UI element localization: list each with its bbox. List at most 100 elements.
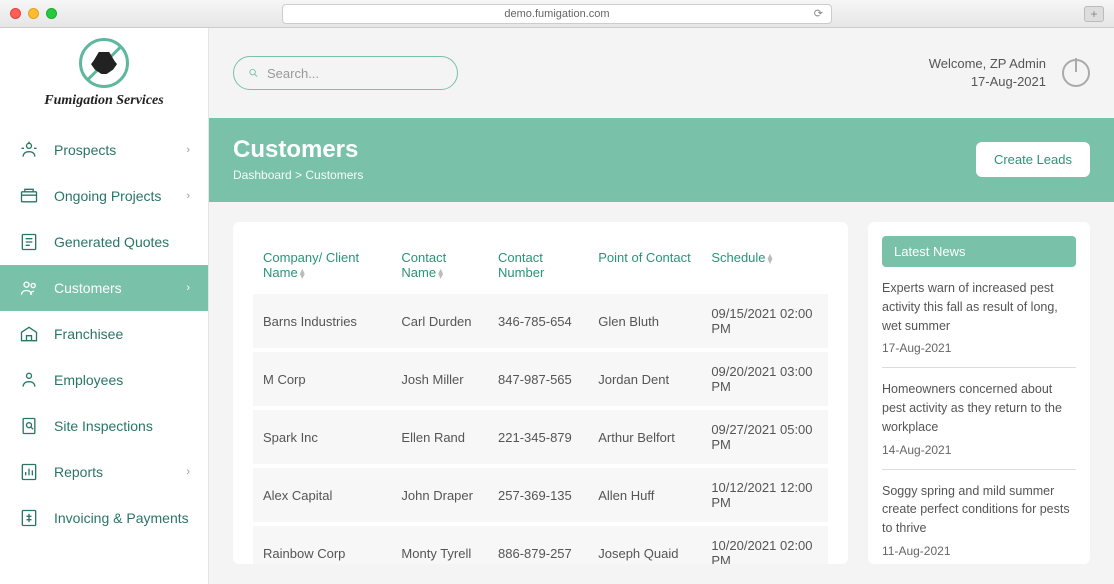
table-row[interactable]: Barns IndustriesCarl Durden346-785-654Gl…: [253, 294, 828, 348]
th-poc[interactable]: Point of Contact: [588, 242, 701, 294]
th-contact-number[interactable]: Contact Number: [488, 242, 588, 294]
cell-contact_number: 221-345-879: [488, 410, 588, 464]
window-maximize[interactable]: [46, 8, 57, 19]
cell-schedule: 10/12/2021 12:00 PM: [701, 468, 828, 522]
cell-poc: Arthur Belfort: [588, 410, 701, 464]
window-close[interactable]: [10, 8, 21, 19]
sidebar-item-label: Prospects: [54, 142, 116, 158]
sidebar-item-ongoing-projects[interactable]: Ongoing Projects ›: [0, 173, 208, 219]
search-icon: [248, 66, 259, 80]
chevron-right-icon: ›: [186, 466, 190, 478]
sidebar-item-franchisee[interactable]: Franchisee: [0, 311, 208, 357]
traffic-lights: [10, 8, 57, 19]
cell-contact_number: 847-987-565: [488, 352, 588, 406]
cell-poc: Glen Bluth: [588, 294, 701, 348]
new-tab-button[interactable]: +: [1084, 6, 1104, 22]
table-row[interactable]: M CorpJosh Miller847-987-565Jordan Dent0…: [253, 352, 828, 406]
cell-contact_number: 886-879-257: [488, 526, 588, 564]
sidebar-item-reports[interactable]: Reports ›: [0, 449, 208, 495]
news-date: 11-Aug-2021: [882, 544, 1076, 558]
table-row[interactable]: Spark IncEllen Rand221-345-879Arthur Bel…: [253, 410, 828, 464]
news-item[interactable]: Soggy spring and mild summer create perf…: [882, 482, 1076, 565]
url-text: demo.fumigation.com: [504, 8, 609, 20]
logout-button[interactable]: [1062, 59, 1090, 87]
cell-company: Rainbow Corp: [253, 526, 391, 564]
logo-icon: [79, 38, 129, 88]
sidebar-item-prospects[interactable]: Prospects ›: [0, 127, 208, 173]
news-date: 14-Aug-2021: [882, 443, 1076, 457]
news-title: Soggy spring and mild summer create perf…: [882, 482, 1076, 538]
page-header: Customers Dashboard > Customers Create L…: [209, 118, 1114, 202]
current-date: 17-Aug-2021: [929, 73, 1046, 91]
cell-contact_name: John Draper: [391, 468, 488, 522]
sidebar-item-invoicing-payments[interactable]: Invoicing & Payments: [0, 495, 208, 541]
sidebar-item-label: Customers: [54, 280, 122, 296]
inspections-icon: [18, 415, 40, 437]
sidebar-item-label: Franchisee: [54, 326, 123, 342]
logo[interactable]: Fumigation Services: [0, 28, 208, 127]
customers-table-card: Company/ Client Name▴▾ Contact Name▴▾ Co…: [233, 222, 848, 564]
sidebar-item-label: Employees: [54, 372, 123, 388]
cell-contact_name: Monty Tyrell: [391, 526, 488, 564]
reload-icon[interactable]: ⟳: [814, 7, 823, 20]
sidebar-item-label: Ongoing Projects: [54, 188, 161, 204]
chevron-right-icon: ›: [186, 282, 190, 294]
news-item[interactable]: Homeowners concerned about pest activity…: [882, 380, 1076, 469]
news-title: Homeowners concerned about pest activity…: [882, 380, 1076, 436]
th-schedule[interactable]: Schedule▴▾: [701, 242, 828, 294]
sort-icon: ▴▾: [768, 254, 773, 264]
news-date: 17-Aug-2021: [882, 341, 1076, 355]
sidebar-item-label: Site Inspections: [54, 418, 153, 434]
cell-schedule: 09/20/2021 03:00 PM: [701, 352, 828, 406]
welcome-block: Welcome, ZP Admin 17-Aug-2021: [929, 55, 1046, 91]
sidebar-item-customers[interactable]: Customers ›: [0, 265, 208, 311]
invoicing-icon: [18, 507, 40, 529]
customers-icon: [18, 277, 40, 299]
search-box[interactable]: [233, 56, 458, 90]
cell-contact_number: 257-369-135: [488, 468, 588, 522]
cell-poc: Jordan Dent: [588, 352, 701, 406]
cell-contact_name: Josh Miller: [391, 352, 488, 406]
main-content: Welcome, ZP Admin 17-Aug-2021 Customers …: [209, 28, 1114, 584]
news-card: Latest News Experts warn of increased pe…: [868, 222, 1090, 564]
cell-poc: Allen Huff: [588, 468, 701, 522]
customers-table: Company/ Client Name▴▾ Contact Name▴▾ Co…: [253, 242, 828, 564]
sidebar-item-label: Invoicing & Payments: [54, 510, 189, 526]
cell-schedule: 09/27/2021 05:00 PM: [701, 410, 828, 464]
sidebar-item-site-inspections[interactable]: Site Inspections: [0, 403, 208, 449]
cell-contact_name: Ellen Rand: [391, 410, 488, 464]
reports-icon: [18, 461, 40, 483]
news-header: Latest News: [882, 236, 1076, 267]
create-leads-button[interactable]: Create Leads: [976, 142, 1090, 177]
browser-chrome: demo.fumigation.com ⟳ +: [0, 0, 1114, 28]
cell-poc: Joseph Quaid: [588, 526, 701, 564]
cell-schedule: 09/15/2021 02:00 PM: [701, 294, 828, 348]
chevron-right-icon: ›: [186, 144, 190, 156]
cell-company: Barns Industries: [253, 294, 391, 348]
chevron-right-icon: ›: [186, 190, 190, 202]
news-item[interactable]: Experts warn of increased pest activity …: [882, 279, 1076, 368]
franchisee-icon: [18, 323, 40, 345]
cell-contact_name: Carl Durden: [391, 294, 488, 348]
window-minimize[interactable]: [28, 8, 39, 19]
sort-icon: ▴▾: [438, 269, 443, 279]
sidebar-item-label: Generated Quotes: [54, 234, 169, 250]
th-company[interactable]: Company/ Client Name▴▾: [253, 242, 391, 294]
table-row[interactable]: Alex CapitalJohn Draper257-369-135Allen …: [253, 468, 828, 522]
sidebar: Fumigation Services Prospects › Ongoing …: [0, 28, 209, 584]
news-title: Experts warn of increased pest activity …: [882, 279, 1076, 335]
search-input[interactable]: [267, 66, 443, 81]
employees-icon: [18, 369, 40, 391]
cell-company: M Corp: [253, 352, 391, 406]
cell-company: Alex Capital: [253, 468, 391, 522]
sidebar-item-generated-quotes[interactable]: Generated Quotes: [0, 219, 208, 265]
prospects-icon: [18, 139, 40, 161]
quotes-icon: [18, 231, 40, 253]
table-row[interactable]: Rainbow CorpMonty Tyrell886-879-257Josep…: [253, 526, 828, 564]
breadcrumb: Dashboard > Customers: [233, 168, 363, 182]
cell-schedule: 10/20/2021 02:00 PM: [701, 526, 828, 564]
sidebar-item-employees[interactable]: Employees: [0, 357, 208, 403]
url-bar[interactable]: demo.fumigation.com ⟳: [282, 4, 832, 24]
welcome-text: Welcome, ZP Admin: [929, 55, 1046, 73]
th-contact-name[interactable]: Contact Name▴▾: [391, 242, 488, 294]
